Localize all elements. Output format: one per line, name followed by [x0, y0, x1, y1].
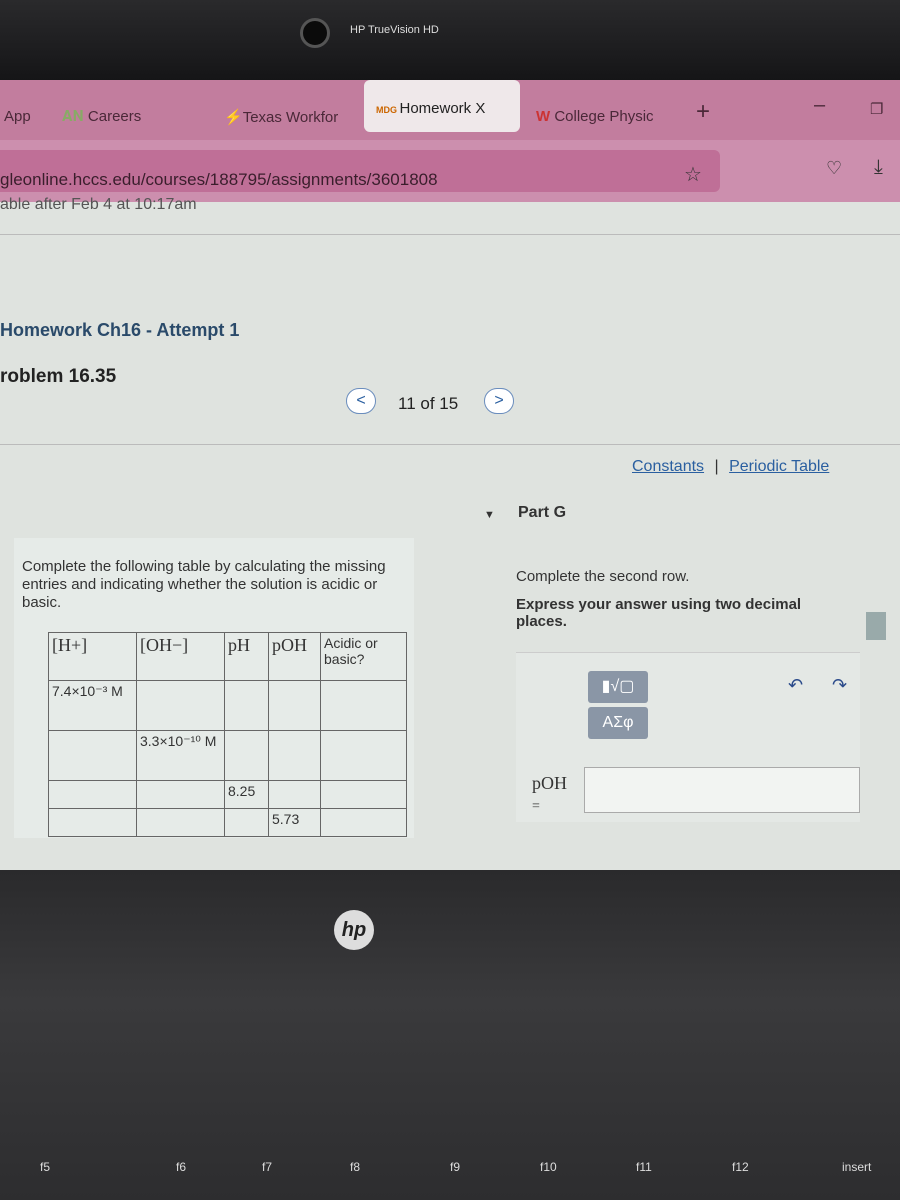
restore-icon[interactable]: ❐	[870, 100, 883, 118]
cell	[320, 808, 407, 837]
cell	[320, 780, 407, 809]
cell	[268, 780, 321, 809]
cell	[48, 730, 137, 781]
availability-text: able after Feb 4 at 10:17am	[0, 196, 197, 213]
wa-icon: W	[536, 108, 555, 125]
star-icon[interactable]: ☆	[684, 162, 702, 187]
greek-symbols-button[interactable]: ΑΣφ	[588, 707, 648, 739]
cell	[224, 730, 269, 781]
bookmark-careers[interactable]: 𝐀𝐍 Careers	[62, 108, 141, 125]
webcam	[300, 18, 330, 48]
periodic-table-link[interactable]: Periodic Table	[729, 458, 829, 475]
header-acidic-basic: Acidic or basic?	[320, 632, 407, 681]
key-f8: f8	[350, 1160, 361, 1174]
page-content: able after Feb 4 at 10:17am Homework Ch1…	[0, 196, 900, 870]
hp-logo: hp	[334, 910, 374, 950]
cell	[224, 808, 269, 837]
divider	[0, 234, 900, 235]
mastering-icon: MDG	[376, 105, 400, 115]
part-title: Part G	[518, 504, 567, 521]
header-ph: pH	[224, 632, 269, 681]
prev-button[interactable]: <	[346, 388, 376, 414]
key-f11: f11	[636, 1160, 652, 1174]
tab-college-physics[interactable]: W College Physic	[536, 108, 654, 125]
cell	[136, 680, 225, 731]
cell	[224, 680, 269, 731]
key-f12: f12	[732, 1160, 749, 1174]
download-icon[interactable]: ⤓	[874, 156, 883, 179]
tab-apps[interactable]: App	[4, 108, 31, 125]
header-h: [H+]	[48, 632, 137, 681]
scrollbar-thumb[interactable]	[866, 612, 886, 640]
header-oh: [OH−]	[136, 632, 225, 681]
laptop-keyboard: hp f5 f6 f7 f8 f9 f10 f11 f12 insert	[0, 870, 900, 1200]
problem-title: roblem 16.35	[0, 366, 117, 387]
key-f7: f7	[262, 1160, 273, 1174]
new-tab-button[interactable]: +	[696, 98, 710, 126]
key-f6: f6	[176, 1160, 187, 1174]
key-f10: f10	[540, 1160, 557, 1174]
cell	[268, 680, 321, 731]
constants-link[interactable]: Constants	[632, 458, 704, 475]
bolt-icon: ⚡	[224, 109, 243, 126]
answer-panel: ▮√▢ ΑΣφ ↶ ↷ pOH =	[516, 652, 860, 822]
address-bar-area: gleonline.hccs.edu/courses/188795/assign…	[0, 140, 900, 202]
question-panel: Complete the following table by calculat…	[14, 538, 414, 838]
cell	[136, 780, 225, 809]
assignment-title: Homework Ch16 - Attempt 1	[0, 320, 240, 340]
poh-answer-input[interactable]	[584, 767, 860, 813]
divider	[0, 444, 900, 445]
key-insert: insert	[842, 1160, 872, 1174]
cell: 3.3×10⁻¹⁰ M	[136, 730, 225, 781]
collapse-triangle-icon[interactable]: ▼	[484, 509, 495, 521]
pocket-icon[interactable]: ♡	[826, 158, 842, 179]
tab-bar: App 𝐀𝐍 Careers ⚡Texas Workfor MDG Homewo…	[0, 80, 900, 140]
cell	[136, 808, 225, 837]
careers-icon: 𝐀𝐍	[62, 108, 88, 125]
cell	[320, 680, 407, 731]
screen-bezel: HP TrueVision HD	[0, 0, 900, 80]
ph-table: [H+] [OH−] pH pOH Acidic or basic? 7.4×1…	[48, 632, 407, 837]
camera-label: HP TrueVision HD	[350, 24, 439, 36]
redo-icon[interactable]: ↷	[832, 675, 847, 696]
template-button[interactable]: ▮√▢	[588, 671, 648, 703]
cell	[320, 730, 407, 781]
tab-homework[interactable]: MDG Homework X	[364, 80, 520, 132]
instruction-precision: Express your answer using two decimal pl…	[516, 596, 802, 630]
question-text: Complete the following table by calculat…	[22, 558, 386, 611]
cell: 8.25	[224, 780, 269, 809]
answer-label: pOH =	[532, 773, 567, 814]
tab-texas-workforce[interactable]: ⚡Texas Workfor	[224, 108, 338, 126]
minimize-icon[interactable]: –	[814, 94, 825, 117]
instruction-text: Complete the second row.	[516, 568, 690, 585]
key-f5: f5	[40, 1160, 51, 1174]
cell	[48, 808, 137, 837]
undo-icon[interactable]: ↶	[788, 675, 803, 696]
cell: 5.73	[268, 808, 321, 837]
cell	[48, 780, 137, 809]
cell	[268, 730, 321, 781]
header-poh: pOH	[268, 632, 321, 681]
pager-position: 11 of 15	[398, 394, 459, 413]
url-field[interactable]: gleonline.hccs.edu/courses/188795/assign…	[0, 150, 720, 192]
resource-links: Constants | Periodic Table	[632, 458, 830, 475]
next-button[interactable]: >	[484, 388, 514, 414]
key-f9: f9	[450, 1160, 461, 1174]
cell: 7.4×10⁻³ M	[48, 680, 137, 731]
